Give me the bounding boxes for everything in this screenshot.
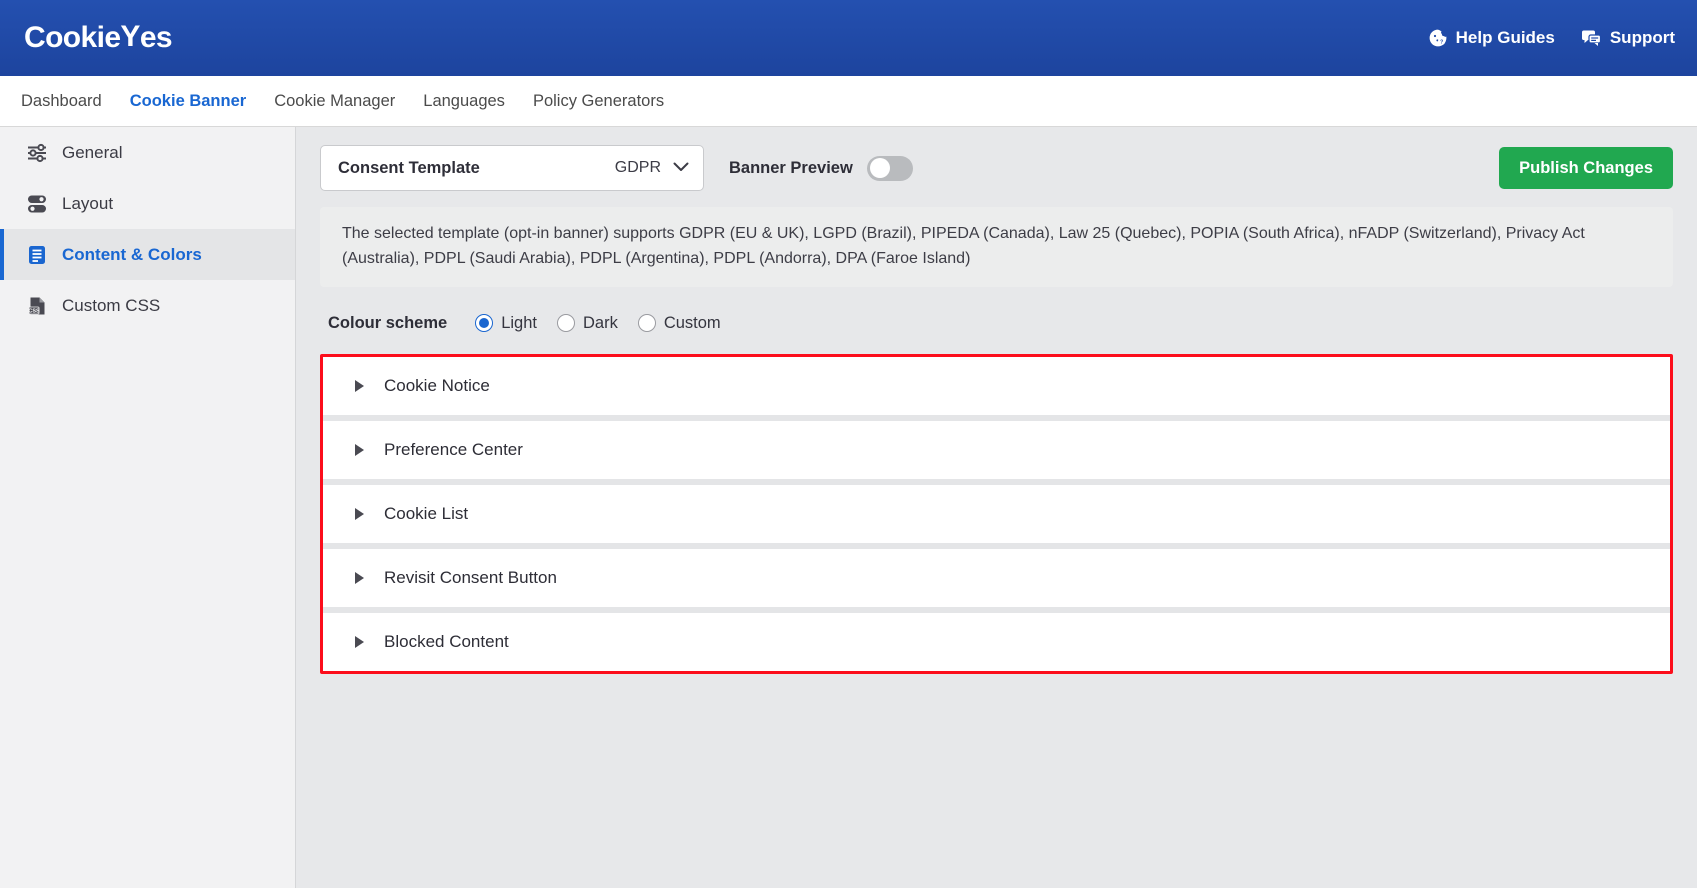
- accordion-label-cookie-list: Cookie List: [384, 504, 468, 524]
- radio-custom[interactable]: [638, 314, 656, 332]
- logo-text-first: Cookie: [24, 23, 120, 53]
- top-header-bar: CookieYes ? Help Guides: [0, 0, 1697, 76]
- settings-sidebar: General Layout: [0, 127, 296, 888]
- consent-template-label: Consent Template: [338, 159, 480, 178]
- banner-preview-control: Banner Preview: [729, 156, 913, 181]
- support-label: Support: [1610, 28, 1675, 48]
- sidebar-item-content-colors[interactable]: Content & Colors: [0, 229, 295, 280]
- accordion-label-blocked-content: Blocked Content: [384, 632, 509, 652]
- sidebar-item-layout[interactable]: Layout: [0, 178, 295, 229]
- accordion-row-revisit-consent-button[interactable]: Revisit Consent Button: [323, 549, 1670, 607]
- caret-right-icon: [355, 508, 364, 520]
- accordion-label-preference-center: Preference Center: [384, 440, 523, 460]
- caret-right-icon: [355, 572, 364, 584]
- colour-scheme-option-custom[interactable]: Custom: [638, 314, 721, 333]
- sidebar-item-custom-css[interactable]: CSS Custom CSS: [0, 280, 295, 331]
- nav-item-dashboard[interactable]: Dashboard: [21, 92, 102, 111]
- css-file-icon: CSS: [26, 295, 48, 317]
- logo-text-last: es: [140, 23, 172, 53]
- accordion-row-cookie-list[interactable]: Cookie List: [323, 485, 1670, 543]
- panel-toolbar: Consent Template GDPR Banner Preview Pub…: [320, 145, 1673, 191]
- nav-item-policy-generators[interactable]: Policy Generators: [533, 92, 664, 111]
- colour-scheme-label-dark: Dark: [583, 314, 618, 333]
- radio-light[interactable]: [475, 314, 493, 332]
- help-cookie-icon: ?: [1428, 28, 1448, 48]
- consent-template-value-wrap: GDPR: [615, 159, 689, 177]
- toggle-knob: [870, 158, 890, 178]
- support-link[interactable]: Support: [1581, 28, 1675, 48]
- content-lines-icon: [26, 244, 48, 266]
- publish-changes-button[interactable]: Publish Changes: [1499, 147, 1673, 189]
- consent-template-value: GDPR: [615, 159, 661, 177]
- cookieyes-logo[interactable]: CookieYes: [24, 23, 172, 53]
- sliders-icon: [26, 142, 48, 164]
- template-support-notice-text: The selected template (opt-in banner) su…: [342, 221, 1651, 271]
- sidebar-label-general: General: [62, 143, 122, 163]
- sidebar-item-general[interactable]: General: [0, 127, 295, 178]
- logo-text-y: Y: [120, 22, 139, 52]
- chat-bubble-icon: [1581, 28, 1602, 48]
- chevron-down-icon: [673, 159, 689, 177]
- accordion-row-blocked-content[interactable]: Blocked Content: [323, 613, 1670, 671]
- caret-right-icon: [355, 444, 364, 456]
- sidebar-label-custom-css: Custom CSS: [62, 296, 160, 316]
- consent-template-select[interactable]: Consent Template GDPR: [320, 145, 704, 191]
- colour-scheme-option-dark[interactable]: Dark: [557, 314, 618, 333]
- caret-right-icon: [355, 380, 364, 392]
- nav-item-languages[interactable]: Languages: [423, 92, 505, 111]
- accordion-label-cookie-notice: Cookie Notice: [384, 376, 490, 396]
- header-actions: ? Help Guides Support: [1428, 28, 1675, 48]
- banner-preview-toggle[interactable]: [867, 156, 913, 181]
- accordion-label-revisit-consent-button: Revisit Consent Button: [384, 568, 557, 588]
- banner-preview-label: Banner Preview: [729, 159, 853, 178]
- content-colors-panel: Consent Template GDPR Banner Preview Pub…: [296, 127, 1697, 888]
- content-sections-accordion: Cookie Notice Preference Center Cookie L…: [320, 354, 1673, 674]
- colour-scheme-title: Colour scheme: [328, 314, 447, 333]
- help-guides-link[interactable]: ? Help Guides: [1428, 28, 1555, 48]
- accordion-row-preference-center[interactable]: Preference Center: [323, 421, 1670, 479]
- caret-right-icon: [355, 636, 364, 648]
- accordion-row-cookie-notice[interactable]: Cookie Notice: [323, 357, 1670, 415]
- nav-item-cookie-manager[interactable]: Cookie Manager: [274, 92, 395, 111]
- template-support-notice: The selected template (opt-in banner) su…: [320, 207, 1673, 287]
- colour-scheme-option-light[interactable]: Light: [475, 314, 537, 333]
- sidebar-label-content-colors: Content & Colors: [62, 245, 202, 265]
- primary-nav: Dashboard Cookie Banner Cookie Manager L…: [0, 76, 1697, 127]
- svg-text:?: ?: [1440, 39, 1443, 45]
- help-guides-label: Help Guides: [1456, 28, 1555, 48]
- colour-scheme-label-custom: Custom: [664, 314, 721, 333]
- colour-scheme-label-light: Light: [501, 314, 537, 333]
- nav-item-cookie-banner[interactable]: Cookie Banner: [130, 92, 246, 111]
- svg-text:CSS: CSS: [28, 308, 39, 314]
- colour-scheme-row: Colour scheme Light Dark Custom: [320, 303, 1673, 343]
- radio-dark[interactable]: [557, 314, 575, 332]
- page-body: General Layout: [0, 127, 1697, 888]
- layout-toggle-icon: [26, 193, 48, 215]
- sidebar-label-layout: Layout: [62, 194, 113, 214]
